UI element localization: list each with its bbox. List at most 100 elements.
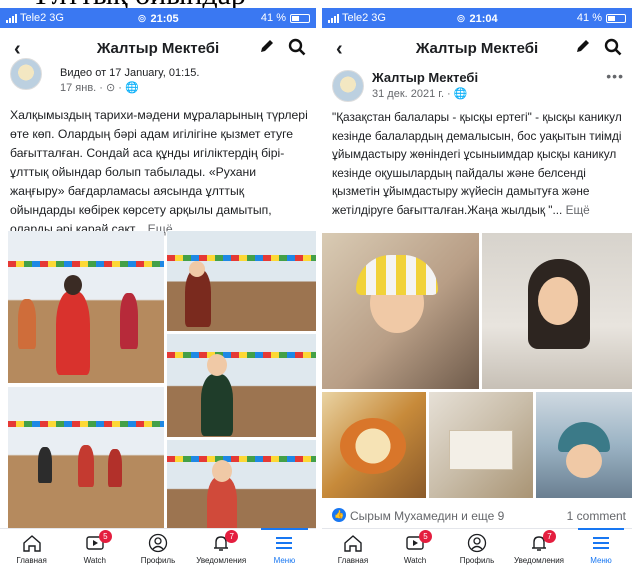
post-date: 17 янв. · ⊙ · 🌐: [60, 82, 139, 94]
photo-hall[interactable]: [8, 387, 164, 537]
battery-icon: [290, 13, 310, 23]
tab-menu[interactable]: Меню: [253, 528, 316, 568]
tab-watch[interactable]: 5 Watch: [63, 529, 126, 568]
figure: [78, 445, 94, 487]
bottom-tab-bar: Главная 5 Watch Профиль 7 Уведомления Ме…: [0, 528, 316, 568]
figure: [207, 476, 237, 536]
battery-percent: 41 %: [260, 12, 286, 24]
bottom-tab-bar: Главная 5 Watch Профиль 7 Уведомления Ме…: [322, 528, 632, 568]
photo-crafts[interactable]: [429, 392, 533, 498]
tab-home[interactable]: Главная: [0, 529, 63, 568]
girl-face: [538, 277, 578, 325]
reactions-bar[interactable]: 👍 Сырым Мухамедин и еще 9 1 comment: [322, 500, 632, 530]
figure: [108, 449, 122, 487]
figure: [56, 291, 90, 375]
doll-face: [566, 444, 602, 478]
back-button[interactable]: ‹: [336, 38, 343, 61]
photo-girl-mask[interactable]: [167, 440, 316, 537]
photo-boy[interactable]: [167, 334, 316, 437]
right-screenshot: Tele2 3G ⊚ 21:04 41 % ‹ Жалтыр Мектебі Жа…: [322, 0, 632, 568]
tab-profile[interactable]: Профиль: [126, 529, 189, 568]
figure-head: [207, 354, 227, 376]
battery-icon: [606, 13, 626, 23]
tab-home[interactable]: Главная: [322, 529, 384, 568]
tab-label: Меню: [590, 556, 612, 565]
tab-menu[interactable]: Меню: [570, 528, 632, 568]
watch-badge: 5: [98, 530, 112, 543]
nav-bar: ‹ Жалтыр Мектебі: [322, 28, 632, 68]
tab-label: Уведомления: [196, 556, 247, 565]
tab-label: Watch: [83, 556, 106, 565]
photo-child-hat[interactable]: [322, 233, 479, 389]
flag-garland: [8, 421, 164, 427]
post-body: "Қазақстан балалары - қысқы ертегі" - қы…: [332, 110, 622, 217]
post-text: Халқымыздың тарихи-мәдени мұраларының тү…: [10, 106, 308, 239]
like-icon: 👍: [332, 508, 346, 522]
battery-percent: 41 %: [576, 12, 602, 24]
notifications-badge: 7: [225, 530, 239, 543]
cropped-top: [322, 0, 632, 8]
hotspot-icon: ⊚: [456, 13, 466, 25]
post-header: Жалтыр Мектебі 31 дек. 2021 г. · 🌐 •••: [322, 68, 632, 108]
search-icon[interactable]: [288, 38, 306, 56]
flag-garland: [167, 352, 316, 358]
watch-badge: 5: [419, 530, 432, 543]
profile-icon: [148, 533, 168, 553]
figure: [18, 299, 36, 349]
flag-garland: [167, 456, 316, 462]
search-icon[interactable]: [604, 38, 622, 56]
dish: [340, 418, 406, 474]
figure: [201, 374, 233, 436]
tab-notifications[interactable]: 7 Уведомления: [190, 529, 253, 568]
clock: 21:05: [150, 13, 179, 25]
tab-notifications[interactable]: 7 Уведомления: [508, 529, 570, 568]
reaction-names[interactable]: Сырым Мухамедин и еще 9: [350, 509, 504, 523]
post-body: Халқымыздың тарихи-мәдени мұраларының тү…: [10, 108, 308, 236]
nav-bar: ‹ Жалтыр Мектебі: [0, 28, 316, 68]
photo-doll[interactable]: [536, 392, 632, 498]
photo-girl[interactable]: [482, 233, 632, 389]
post-meta-partial: Видео от 17 January, 01:15.: [60, 67, 200, 79]
tab-label: Главная: [16, 556, 47, 565]
figure: [185, 269, 211, 327]
profile-icon: [467, 533, 487, 553]
home-icon: [344, 535, 362, 552]
tab-label: Профиль: [140, 556, 176, 565]
tab-label: Профиль: [459, 556, 495, 565]
back-button[interactable]: ‹: [14, 38, 21, 61]
photo-dancers[interactable]: [8, 231, 164, 383]
clock: 21:04: [469, 13, 498, 25]
tab-label: Меню: [273, 556, 296, 565]
home-icon: [22, 535, 41, 552]
comments-count[interactable]: 1 comment: [567, 509, 626, 523]
more-options-icon[interactable]: •••: [606, 68, 624, 84]
page-avatar[interactable]: [10, 58, 42, 90]
figure-head: [64, 275, 82, 295]
hotspot-icon: ⊚: [137, 13, 147, 25]
figure-head: [212, 460, 232, 482]
edit-icon[interactable]: [574, 37, 592, 55]
edit-icon[interactable]: [258, 37, 276, 55]
flag-garland: [167, 255, 316, 261]
post-date: 31 дек. 2021 г. · 🌐: [372, 88, 468, 100]
post-header: Видео от 17 January, 01:15. 17 янв. · ⊙ …: [0, 58, 316, 108]
figure: [38, 447, 52, 483]
tab-watch[interactable]: 5 Watch: [384, 529, 446, 568]
menu-icon: [276, 537, 293, 549]
tab-label: Уведомления: [513, 556, 565, 565]
menu-icon: [593, 537, 609, 549]
page-avatar[interactable]: [332, 70, 364, 102]
cropped-heading: Ұлттық ойындар: [0, 0, 316, 8]
status-bar: Tele2 3G ⊚ 21:04 41 %: [322, 8, 632, 28]
figure-head: [189, 261, 205, 277]
tab-profile[interactable]: Профиль: [446, 529, 508, 568]
notifications-badge: 7: [543, 530, 556, 543]
photo-food[interactable]: [322, 392, 426, 498]
see-more-link[interactable]: Ещё: [566, 203, 590, 217]
photo-archer[interactable]: [167, 231, 316, 331]
figure: [120, 293, 138, 349]
post-text: "Қазақстан балалары - қысқы ертегі" - қы…: [332, 108, 624, 219]
status-bar: Tele2 3G ⊚ 21:05 41 %: [0, 8, 316, 28]
post-author[interactable]: Жалтыр Мектебі: [372, 70, 478, 85]
tab-label: Watch: [403, 556, 427, 565]
